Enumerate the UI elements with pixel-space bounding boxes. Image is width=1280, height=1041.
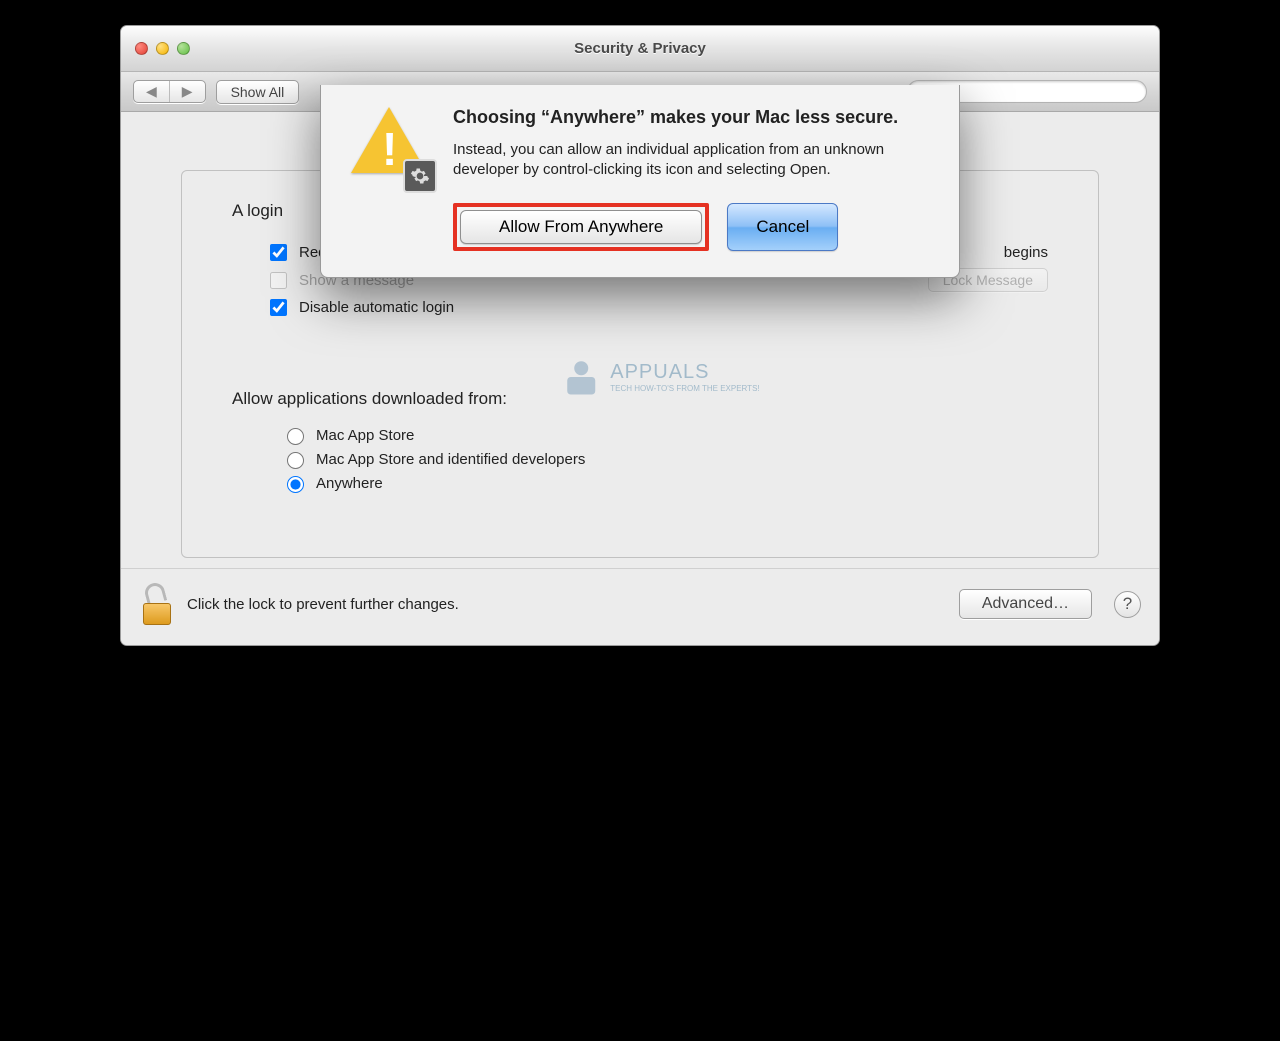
- show-message-input[interactable]: [270, 272, 287, 289]
- footer: Click the lock to prevent further change…: [121, 568, 1159, 645]
- nav-back-forward: ◀ ▶: [133, 80, 206, 103]
- radio-anywhere-label: Anywhere: [316, 475, 383, 492]
- require-password-label-tail: begins: [1004, 244, 1048, 261]
- radio-mac-app-store-label: Mac App Store: [316, 427, 414, 444]
- require-password-input[interactable]: [270, 244, 287, 261]
- warning-icon: !: [351, 107, 431, 187]
- minimize-window-button[interactable]: [156, 42, 169, 55]
- radio-mac-app-store[interactable]: Mac App Store: [282, 425, 1048, 445]
- zoom-window-button[interactable]: [177, 42, 190, 55]
- sheet-heading: Choosing “Anywhere” makes your Mac less …: [453, 107, 929, 128]
- radio-anywhere-input[interactable]: [287, 476, 304, 493]
- advanced-button[interactable]: Advanced…: [959, 589, 1092, 619]
- lock-icon[interactable]: [139, 583, 175, 625]
- gear-icon: [403, 159, 437, 193]
- radio-mac-app-store-dev-label: Mac App Store and identified developers: [316, 451, 585, 468]
- disable-auto-login-label: Disable automatic login: [299, 299, 454, 316]
- close-window-button[interactable]: [135, 42, 148, 55]
- nav-back-button[interactable]: ◀: [134, 81, 170, 102]
- allow-from-anywhere-button[interactable]: Allow From Anywhere: [460, 210, 702, 244]
- confirm-anywhere-sheet: ! Choosing “Anywhere” makes your Mac les…: [320, 85, 960, 278]
- radio-mac-app-store-dev-input[interactable]: [287, 452, 304, 469]
- sheet-body-text: Instead, you can allow an individual app…: [453, 140, 929, 181]
- cancel-button[interactable]: Cancel: [727, 203, 838, 251]
- allow-apps-heading: Allow applications downloaded from:: [232, 389, 1048, 409]
- radio-mac-app-store-dev[interactable]: Mac App Store and identified developers: [282, 449, 1048, 469]
- titlebar: Security & Privacy: [121, 26, 1159, 72]
- radio-mac-app-store-input[interactable]: [287, 428, 304, 445]
- nav-forward-button[interactable]: ▶: [170, 81, 205, 102]
- lock-hint-text: Click the lock to prevent further change…: [187, 596, 947, 613]
- help-button[interactable]: ?: [1114, 591, 1141, 618]
- allow-button-highlight: Allow From Anywhere: [453, 203, 709, 251]
- show-all-button[interactable]: Show All: [216, 80, 300, 104]
- search-input[interactable]: [936, 83, 1138, 100]
- disable-auto-login-input[interactable]: [270, 299, 287, 316]
- radio-anywhere[interactable]: Anywhere: [282, 473, 1048, 493]
- watermark-name: APPUALS: [610, 361, 759, 384]
- disable-auto-login-checkbox[interactable]: Disable automatic login: [266, 296, 1048, 319]
- window-title: Security & Privacy: [121, 40, 1159, 57]
